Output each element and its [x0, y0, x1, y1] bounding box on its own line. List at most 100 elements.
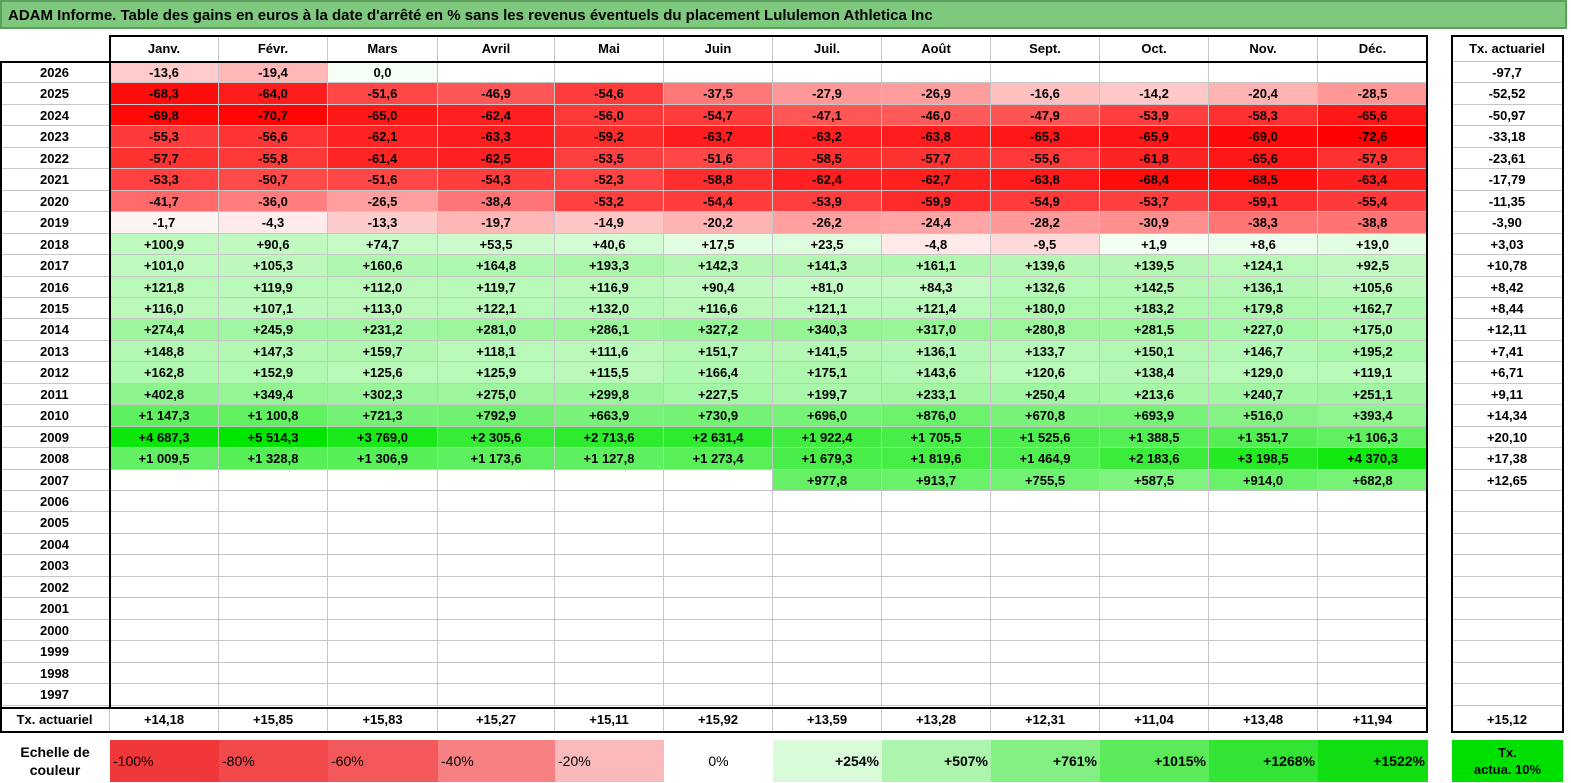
- table-cell: [1100, 491, 1209, 512]
- table-cell: [438, 641, 555, 663]
- table-cell: [1318, 598, 1428, 620]
- footer-cell: +15,85: [219, 708, 328, 732]
- table-cell: [664, 491, 773, 512]
- table-cell: [773, 491, 882, 512]
- table-cell: -58,3: [1209, 105, 1318, 126]
- table-cell: -47,1: [773, 105, 882, 126]
- table-cell: [991, 62, 1100, 83]
- footer-cell: +13,48: [1209, 708, 1318, 732]
- table-cell: [110, 555, 219, 577]
- color-scale-swatch: -80%: [219, 740, 328, 782]
- table-cell: [773, 620, 882, 641]
- footer-cell: +15,11: [555, 708, 664, 732]
- table-cell: [328, 684, 438, 706]
- table-cell: +2 713,6: [555, 427, 664, 448]
- tx-actuariel-cell: -50,97: [1452, 105, 1563, 126]
- table-cell: +53,5: [438, 234, 555, 255]
- table-cell: +175,0: [1318, 319, 1428, 341]
- year-label: 2006: [0, 491, 110, 512]
- table-cell: [1209, 598, 1318, 620]
- table-cell: [991, 620, 1100, 641]
- table-cell: 0,0: [328, 62, 438, 83]
- table-cell: [773, 534, 882, 555]
- table-cell: -62,4: [773, 169, 882, 191]
- table-cell: +2 631,4: [664, 427, 773, 448]
- table-cell: [1209, 62, 1318, 83]
- table-cell: [219, 491, 328, 512]
- table-cell: +8,6: [1209, 234, 1318, 255]
- table-cell: [773, 512, 882, 534]
- color-scale-label: Echelle de couleur: [0, 740, 110, 782]
- footer-tx-cell: +15,12: [1452, 708, 1563, 732]
- table-cell: -1,7: [110, 212, 219, 234]
- table-cell: -59,1: [1209, 191, 1318, 212]
- table-cell: +129,0: [1209, 362, 1318, 384]
- table-cell: +1 705,5: [882, 427, 991, 448]
- table-cell: -26,2: [773, 212, 882, 234]
- table-cell: -16,6: [991, 83, 1100, 105]
- table-cell: +280,8: [991, 319, 1100, 341]
- table-cell: +124,1: [1209, 255, 1318, 277]
- table-cell: +721,3: [328, 405, 438, 427]
- table-cell: +139,5: [1100, 255, 1209, 277]
- table-cell: -51,6: [328, 83, 438, 105]
- table-cell: [1100, 555, 1209, 577]
- table-cell: [438, 62, 555, 83]
- table-cell: +3 769,0: [328, 427, 438, 448]
- table-cell: -4,8: [882, 234, 991, 255]
- report-title: ADAM Informe. Table des gains en euros à…: [8, 7, 933, 24]
- table-cell: -47,9: [991, 105, 1100, 126]
- table-cell: [1209, 577, 1318, 598]
- table-cell: +274,4: [110, 319, 219, 341]
- table-cell: [664, 555, 773, 577]
- table-cell: -55,3: [110, 126, 219, 148]
- table-cell: +231,2: [328, 319, 438, 341]
- table-cell: +1 922,4: [773, 427, 882, 448]
- table-cell: [664, 663, 773, 684]
- tx-actuariel-cell: +14,34: [1452, 405, 1563, 427]
- table-cell: +1 525,6: [991, 427, 1100, 448]
- table-cell: +92,5: [1318, 255, 1428, 277]
- table-cell: -19,7: [438, 212, 555, 234]
- table-cell: +152,9: [219, 362, 328, 384]
- table-cell: +250,4: [991, 384, 1100, 405]
- tx-actuariel-cell: +3,03: [1452, 234, 1563, 255]
- tx-actuariel-cell: +20,10: [1452, 427, 1563, 448]
- year-label: 2008: [0, 448, 110, 470]
- tx-actuariel-cell: -97,7: [1452, 62, 1563, 83]
- year-label: 2015: [0, 298, 110, 319]
- table-cell: -59,2: [555, 126, 664, 148]
- table-cell: [1100, 512, 1209, 534]
- table-cell: -37,5: [664, 83, 773, 105]
- tx-actuariel-cell: +12,11: [1452, 319, 1563, 341]
- table-cell: +730,9: [664, 405, 773, 427]
- table-cell: -63,4: [1318, 169, 1428, 191]
- table-cell: +121,1: [773, 298, 882, 319]
- table-cell: -51,6: [664, 148, 773, 169]
- table-cell: [1100, 684, 1209, 706]
- year-label: 2013: [0, 341, 110, 362]
- table-cell: +340,3: [773, 319, 882, 341]
- footer-cell: +11,04: [1100, 708, 1209, 732]
- table-cell: +19,0: [1318, 234, 1428, 255]
- year-label: 2016: [0, 277, 110, 298]
- table-cell: -62,7: [882, 169, 991, 191]
- footer-cell: +14,18: [110, 708, 219, 732]
- table-cell: [882, 641, 991, 663]
- table-cell: -58,8: [664, 169, 773, 191]
- table-cell: +119,9: [219, 277, 328, 298]
- table-cell: [110, 663, 219, 684]
- year-label: 2004: [0, 534, 110, 555]
- table-cell: +682,8: [1318, 470, 1428, 491]
- table-cell: +161,1: [882, 255, 991, 277]
- table-cell: +1 328,8: [219, 448, 328, 470]
- tx-actuariel-cell: [1452, 641, 1563, 663]
- table-cell: +233,1: [882, 384, 991, 405]
- table-cell: +914,0: [1209, 470, 1318, 491]
- table-cell: -65,9: [1100, 126, 1209, 148]
- year-label: 2012: [0, 362, 110, 384]
- table-cell: [555, 663, 664, 684]
- tx-actuariel-cell: +12,65: [1452, 470, 1563, 491]
- table-cell: -56,0: [555, 105, 664, 126]
- month-header: Août: [882, 36, 991, 62]
